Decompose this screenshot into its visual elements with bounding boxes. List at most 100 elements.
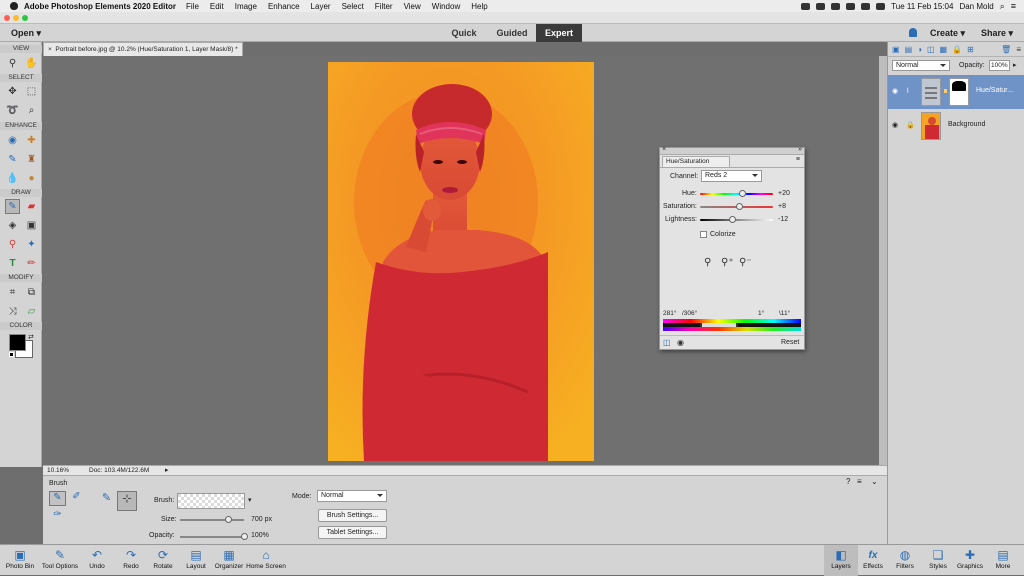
new-layer-icon[interactable]: ▣ bbox=[892, 45, 900, 54]
layer-name[interactable]: Hue/Satur... bbox=[976, 87, 1013, 94]
eraser-tool-icon[interactable]: ▰ bbox=[24, 199, 39, 214]
adjustment-layer-icon[interactable]: ◑ bbox=[917, 45, 922, 54]
rotate-button[interactable]: ⟳ Rotate bbox=[146, 545, 180, 576]
layer-link-icon[interactable]: ⌇ bbox=[906, 87, 909, 95]
panel-menu-icon[interactable]: ≡ bbox=[1016, 45, 1021, 54]
close-panel-icon[interactable]: × bbox=[662, 146, 666, 153]
redo-button[interactable]: ↷ Redo bbox=[114, 545, 148, 576]
menu-enhance[interactable]: Enhance bbox=[268, 2, 300, 11]
undo-button[interactable]: ↶ Undo bbox=[80, 545, 114, 576]
layer-opacity-arrow-icon[interactable]: ▸ bbox=[1013, 61, 1017, 69]
notification-bell-icon[interactable] bbox=[909, 28, 917, 37]
move-tool-icon[interactable]: ✥ bbox=[5, 84, 20, 99]
panel-title-tab[interactable]: Hue/Saturation bbox=[662, 156, 730, 167]
effects-button[interactable]: fx Effects bbox=[856, 545, 890, 576]
create-button[interactable]: Create ▾ bbox=[930, 24, 965, 42]
minimize-window-icon[interactable] bbox=[13, 15, 19, 21]
lock-transparent-icon[interactable]: ▦ bbox=[940, 45, 948, 54]
mode-dropdown[interactable]: Normal bbox=[317, 490, 387, 502]
paint-bucket-tool-icon[interactable]: ◈ bbox=[5, 218, 20, 233]
photo-bin-button[interactable]: ▣ Photo Bin bbox=[3, 545, 37, 576]
eyedropper-icon[interactable]: ⚲ bbox=[704, 257, 711, 268]
straighten-tool-icon[interactable]: ▱ bbox=[24, 304, 39, 319]
marquee-tool-icon[interactable]: ⬚ bbox=[24, 84, 39, 99]
eyedropper-add-icon[interactable]: ⚲⁺ bbox=[721, 257, 734, 268]
user-name[interactable]: Dan Mold bbox=[959, 2, 993, 11]
collapse-panel-icon[interactable]: » bbox=[798, 146, 802, 153]
lightness-slider-handle[interactable] bbox=[728, 216, 736, 223]
foreground-color-swatch[interactable] bbox=[9, 334, 26, 351]
tablet-settings-button[interactable]: Tablet Settings... bbox=[318, 526, 387, 539]
new-group-icon[interactable]: ▤ bbox=[905, 45, 913, 54]
hue-slider-handle[interactable] bbox=[738, 190, 746, 197]
more-button[interactable]: ▤ More bbox=[986, 545, 1020, 576]
zoom-tool-icon[interactable]: ⚲ bbox=[5, 56, 20, 71]
size-slider[interactable] bbox=[180, 519, 244, 521]
saturation-slider-handle[interactable] bbox=[735, 203, 743, 210]
menu-view[interactable]: View bbox=[404, 2, 421, 11]
layer-opacity-input[interactable]: 100% bbox=[989, 60, 1010, 71]
content-aware-move-tool-icon[interactable]: ⤨ bbox=[5, 304, 20, 319]
brush-settings-button[interactable]: Brush Settings... bbox=[318, 509, 387, 522]
layer-row-background[interactable]: ◉ 🔒 Background bbox=[888, 109, 1024, 143]
toggle-visibility-icon[interactable]: ◉ bbox=[677, 338, 684, 347]
vertical-scrollbar[interactable] bbox=[879, 56, 887, 465]
volume-icon[interactable] bbox=[861, 2, 871, 10]
help-icon[interactable]: ? bbox=[846, 477, 850, 486]
wifi-icon[interactable] bbox=[846, 2, 856, 10]
eyedropper-subtract-icon[interactable]: ⚲⁻ bbox=[739, 257, 752, 268]
photo-canvas[interactable] bbox=[328, 62, 594, 461]
brush-preview[interactable] bbox=[177, 493, 245, 509]
red-eye-tool-icon[interactable]: ◉ bbox=[5, 133, 20, 148]
blur-tool-icon[interactable]: 💧 bbox=[5, 171, 20, 186]
smart-brush-tool-icon[interactable]: ✎ bbox=[5, 152, 20, 167]
airbrush-off-icon[interactable]: ✎ bbox=[98, 491, 115, 508]
reset-button[interactable]: Reset bbox=[781, 339, 799, 346]
menu-list-icon[interactable]: ≡ bbox=[1011, 1, 1016, 11]
lasso-tool-icon[interactable]: ➰ bbox=[5, 103, 20, 118]
tool-options-menu-icon[interactable]: ≡ bbox=[857, 477, 862, 486]
close-document-icon[interactable]: × bbox=[48, 46, 52, 53]
layer-mask-thumbnail[interactable] bbox=[949, 78, 969, 106]
layer-name[interactable]: Background bbox=[948, 121, 985, 128]
status-icon[interactable] bbox=[831, 2, 841, 10]
panel-menu-icon[interactable]: ≡ bbox=[796, 156, 800, 163]
status-icon[interactable] bbox=[801, 2, 811, 10]
zoom-readout[interactable]: 10.16% bbox=[47, 466, 69, 475]
filters-button[interactable]: ◍ Filters bbox=[888, 545, 922, 576]
layer-row-hue-saturation[interactable]: ◉ ⌇ Hue/Satur... bbox=[888, 75, 1024, 109]
size-slider-handle[interactable] bbox=[224, 516, 232, 523]
quick-selection-tool-icon[interactable]: ⌕ bbox=[24, 103, 39, 118]
tab-guided[interactable]: Guided bbox=[491, 24, 533, 42]
recompose-tool-icon[interactable]: ⧉ bbox=[24, 285, 39, 300]
hue-slider[interactable] bbox=[700, 193, 773, 195]
blend-mode-dropdown[interactable]: Normal bbox=[892, 60, 950, 71]
visibility-eye-icon[interactable]: ◉ bbox=[892, 121, 898, 129]
document-tab[interactable]: × Portrait before.jpg @ 10.2% (Hue/Satur… bbox=[43, 42, 243, 56]
menu-help[interactable]: Help bbox=[471, 2, 487, 11]
delete-layer-icon[interactable]: 🗑 bbox=[1001, 45, 1011, 54]
channel-dropdown[interactable]: Reds 2 bbox=[701, 170, 762, 182]
menu-filter[interactable]: Filter bbox=[375, 2, 393, 11]
clip-to-layer-icon[interactable]: ◫ bbox=[663, 338, 671, 347]
spot-healing-tool-icon[interactable]: ✚ bbox=[24, 133, 39, 148]
menu-select[interactable]: Select bbox=[342, 2, 364, 11]
maximize-window-icon[interactable] bbox=[22, 15, 28, 21]
menu-layer[interactable]: Layer bbox=[311, 2, 331, 11]
share-button[interactable]: Share ▾ bbox=[981, 24, 1013, 42]
menu-file[interactable]: File bbox=[186, 2, 199, 11]
crop-tool-icon[interactable]: ⌗ bbox=[5, 285, 20, 300]
gradient-tool-icon[interactable]: ▣ bbox=[24, 218, 39, 233]
lock-icon[interactable]: 🔒 bbox=[952, 45, 962, 54]
menu-edit[interactable]: Edit bbox=[210, 2, 224, 11]
clock[interactable]: Tue 11 Feb 15:04 bbox=[891, 2, 953, 11]
open-button[interactable]: Open ▾ bbox=[11, 24, 41, 42]
sponge-tool-icon[interactable]: ● bbox=[24, 171, 39, 186]
brush-preset-icon[interactable]: ✎ bbox=[49, 491, 66, 506]
default-colors-icon[interactable] bbox=[9, 352, 14, 357]
close-window-icon[interactable] bbox=[4, 15, 10, 21]
pencil-tool-icon[interactable]: ✏ bbox=[24, 256, 39, 271]
apple-menu-icon[interactable] bbox=[10, 2, 18, 10]
airbrush-on-icon[interactable]: ⊹ bbox=[117, 491, 137, 511]
menu-window[interactable]: Window bbox=[432, 2, 460, 11]
